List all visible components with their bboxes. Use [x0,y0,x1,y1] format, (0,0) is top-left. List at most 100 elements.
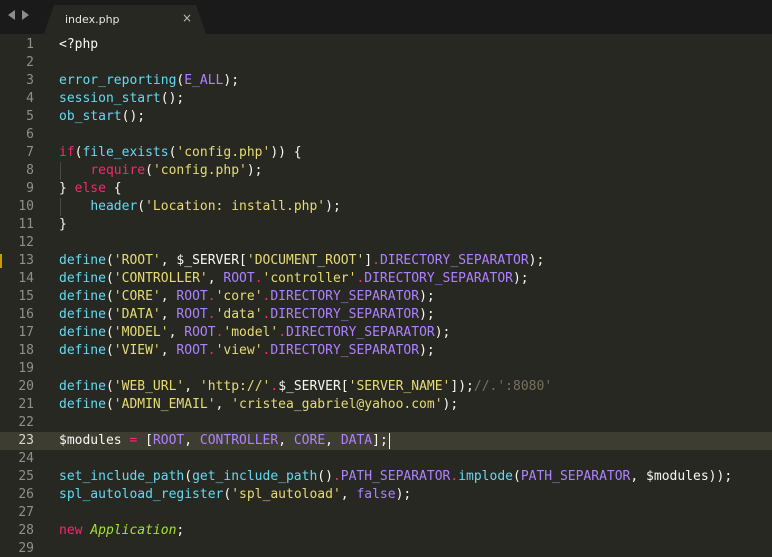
code-token: , [184,433,200,448]
code-text: require('config.php'); [59,162,263,180]
code-line[interactable]: 21 define('ADMIN_EMAIL', 'cristea_gabriel… [0,396,772,414]
code-line[interactable]: 29 [0,540,772,557]
code-token: define [59,397,106,412]
code-token: 'model' [223,325,279,340]
code-token: define [59,253,106,268]
code-line[interactable]: 1 <?php [0,36,772,54]
code-token: 'cristea_gabriel@yahoo.com' [231,397,443,412]
code-text: } [59,216,67,234]
code-token: 'DOCUMENT_ROOT' [246,253,365,268]
code-token: ); [325,199,341,214]
code-line[interactable]: 26 spl_autoload_register('spl_autoload', … [0,486,772,504]
code-line[interactable]: 23 $modules = [ROOT, CONTROLLER, CORE, DA… [0,432,772,450]
line-number: 24 [18,451,34,466]
code-text: session_start(); [59,90,184,108]
code-token: ( [105,289,114,304]
code-token: , [168,325,185,340]
arrow-left-icon[interactable] [8,10,15,20]
code-line[interactable]: 10 header('Location: install.php'); [0,198,772,216]
code-token: . [270,379,279,394]
code-line[interactable]: 6 [0,126,772,144]
code-token: 'WEB_URL' [113,379,185,394]
code-token: error_reporting [59,73,177,88]
code-token: get_include_path [192,469,318,484]
code-token: . [207,289,216,304]
code-line[interactable]: 5 ob_start(); [0,108,772,126]
line-number: 17 [18,325,34,340]
code-token: ROOT [176,343,208,358]
code-token: CONTROLLER [199,433,279,448]
code-token: spl_autoload_register [59,487,224,502]
code-line[interactable]: 27 [0,504,772,522]
code-token: ); [442,397,459,412]
code-token: , [278,433,294,448]
code-line[interactable]: 14 define('CONTROLLER', ROOT.'controller'… [0,270,772,288]
code-token: 'MODEL' [113,325,169,340]
code-token: , [160,343,177,358]
code-token: ROOT [176,307,208,322]
code-token: ROOT [223,271,255,286]
code-line[interactable]: 17 define('MODEL', ROOT.'model'.DIRECTORY… [0,324,772,342]
code-line[interactable]: 24 [0,450,772,468]
code-line[interactable]: 25 set_include_path(get_include_path().PA… [0,468,772,486]
code-line[interactable]: 9} else { [0,180,772,198]
code-token: E_ALL [184,73,224,88]
code-token: require [90,163,146,178]
code-line[interactable]: 11} [0,216,772,234]
code-line[interactable]: 7 if(file_exists('config.php')) { [0,144,772,162]
code-token: ); [528,253,545,268]
code-token: (); [121,109,146,124]
code-line[interactable]: 3 error_reporting(E_ALL); [0,72,772,90]
code-line[interactable]: 22 [0,414,772,432]
code-token: , [207,271,224,286]
code-line[interactable]: 13 define('ROOT', $_SERVER['DOCUMENT_ROOT… [0,252,772,270]
close-icon[interactable]: × [182,11,192,25]
code-text: define('ADMIN_EMAIL', 'cristea_gabriel@y… [59,396,458,414]
code-line[interactable]: 2 [0,54,772,72]
code-text: define('VIEW', ROOT.'view'.DIRECTORY_SEP… [59,342,435,360]
line-number: 6 [26,127,34,142]
code-editor[interactable]: 1 <?php 2 3 error_reporting(E_ALL); 4 session_… [0,34,772,557]
code-line[interactable]: 15 define('CORE', ROOT.'core'.DIRECTORY_S… [0,288,772,306]
code-line[interactable]: 19 [0,360,772,378]
code-token: DIRECTORY_SEPARATOR [270,289,420,304]
code-token: 'core' [215,289,263,304]
code-line[interactable]: 4 session_start(); [0,90,772,108]
code-line[interactable]: 18 define('VIEW', ROOT.'view'.DIRECTORY_S… [0,342,772,360]
line-number: 14 [18,271,34,286]
code-text: $modules = [ROOT, CONTROLLER, CORE, DATA… [59,432,388,450]
code-token: $modules [646,469,709,484]
line-number: 2 [26,55,34,70]
code-line[interactable]: 12 [0,234,772,252]
arrow-right-icon[interactable] [22,10,29,20]
code-token: ( [105,253,114,268]
line-number: 29 [18,541,34,556]
code-line[interactable]: 20 define('WEB_URL', 'http://'.$_SERVER['… [0,378,772,396]
line-number: 27 [18,505,34,520]
code-token: DIRECTORY_SEPARATOR [270,307,420,322]
code-token: session_start [59,91,161,106]
code-token: , [160,289,177,304]
tab-index-php[interactable]: index.php × [44,5,206,34]
code-text: define('DATA', ROOT.'data'.DIRECTORY_SEP… [59,306,435,324]
code-token: 'Location: install.php' [145,199,326,214]
code-token: ] [364,253,373,268]
code-token: 'config.php' [152,163,247,178]
indent-guide [60,162,61,180]
code-text: define('CORE', ROOT.'core'.DIRECTORY_SEP… [59,288,435,306]
code-line[interactable]: 16 define('DATA', ROOT.'data'.DIRECTORY_S… [0,306,772,324]
code-token: PATH_SEPARATOR [340,469,451,484]
code-token: 'view' [215,343,263,358]
code-token: ); [419,343,435,358]
line-number: 9 [26,181,34,196]
code-text: header('Location: install.php'); [59,198,341,216]
code-token: ROOT [184,325,216,340]
code-token: . [207,307,216,322]
code-token: ( [184,469,193,484]
code-line[interactable]: 28 new Application; [0,522,772,540]
text-caret [389,433,390,449]
code-line[interactable]: 8 require('config.php'); [0,162,772,180]
code-token: , [160,307,177,322]
code-token: . [372,253,380,268]
code-token: ); [246,163,263,178]
